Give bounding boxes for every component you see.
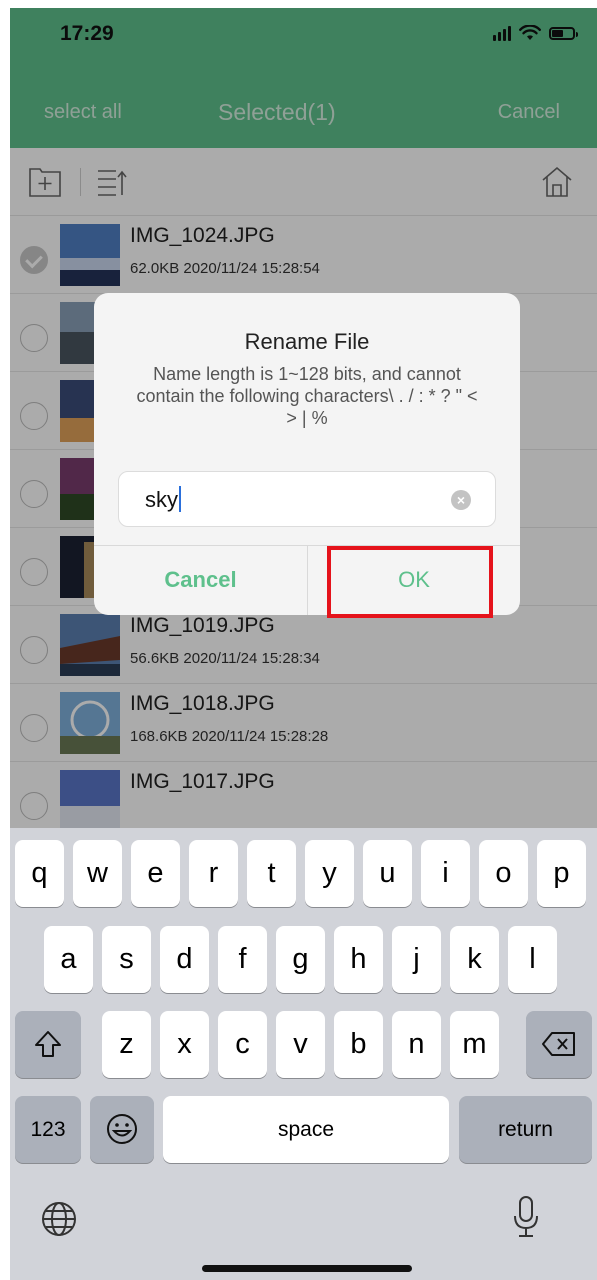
emoji-icon: [107, 1114, 137, 1144]
key-w[interactable]: w: [73, 840, 122, 907]
globe-icon[interactable]: [40, 1200, 78, 1238]
key-j[interactable]: j: [392, 926, 441, 993]
key-s[interactable]: s: [102, 926, 151, 993]
return-key[interactable]: return: [459, 1096, 592, 1163]
filename-input[interactable]: sky ×: [118, 471, 496, 527]
home-indicator[interactable]: [202, 1265, 412, 1272]
dialog-message: Name length is 1~128 bits, and cannot co…: [136, 364, 478, 428]
key-g[interactable]: g: [276, 926, 325, 993]
emoji-key[interactable]: [90, 1096, 154, 1163]
key-x[interactable]: x: [160, 1011, 209, 1078]
key-d[interactable]: d: [160, 926, 209, 993]
key-q[interactable]: q: [15, 840, 64, 907]
key-t[interactable]: t: [247, 840, 296, 907]
filename-input-value: sky: [145, 487, 178, 512]
key-a[interactable]: a: [44, 926, 93, 993]
text-caret: [179, 486, 181, 512]
clear-input-icon[interactable]: ×: [451, 490, 471, 510]
shift-key[interactable]: [15, 1011, 81, 1078]
key-b[interactable]: b: [334, 1011, 383, 1078]
key-r[interactable]: r: [189, 840, 238, 907]
numbers-key[interactable]: 123: [15, 1096, 81, 1163]
space-key[interactable]: space: [163, 1096, 449, 1163]
key-m[interactable]: m: [450, 1011, 499, 1078]
key-y[interactable]: y: [305, 840, 354, 907]
key-l[interactable]: l: [508, 926, 557, 993]
key-h[interactable]: h: [334, 926, 383, 993]
key-z[interactable]: z: [102, 1011, 151, 1078]
screen: 17:29 select all Selected(1) Cancel IMG_…: [10, 8, 597, 1280]
key-e[interactable]: e: [131, 840, 180, 907]
key-i[interactable]: i: [421, 840, 470, 907]
dialog-cancel-button[interactable]: Cancel: [94, 545, 307, 615]
microphone-icon[interactable]: [510, 1194, 542, 1240]
key-n[interactable]: n: [392, 1011, 441, 1078]
key-u[interactable]: u: [363, 840, 412, 907]
key-o[interactable]: o: [479, 840, 528, 907]
backspace-icon: [542, 1032, 575, 1056]
key-v[interactable]: v: [276, 1011, 325, 1078]
backspace-key[interactable]: [526, 1011, 592, 1078]
keyboard: q w e r t y u i o p a s d f g h j k l z …: [10, 828, 597, 1280]
shift-icon: [35, 1031, 61, 1057]
key-k[interactable]: k: [450, 926, 499, 993]
dialog-title: Rename File: [244, 329, 370, 354]
filename-input-wrap: sky: [145, 486, 181, 513]
key-f[interactable]: f: [218, 926, 267, 993]
key-c[interactable]: c: [218, 1011, 267, 1078]
highlight-box: [327, 546, 493, 618]
key-p[interactable]: p: [537, 840, 586, 907]
